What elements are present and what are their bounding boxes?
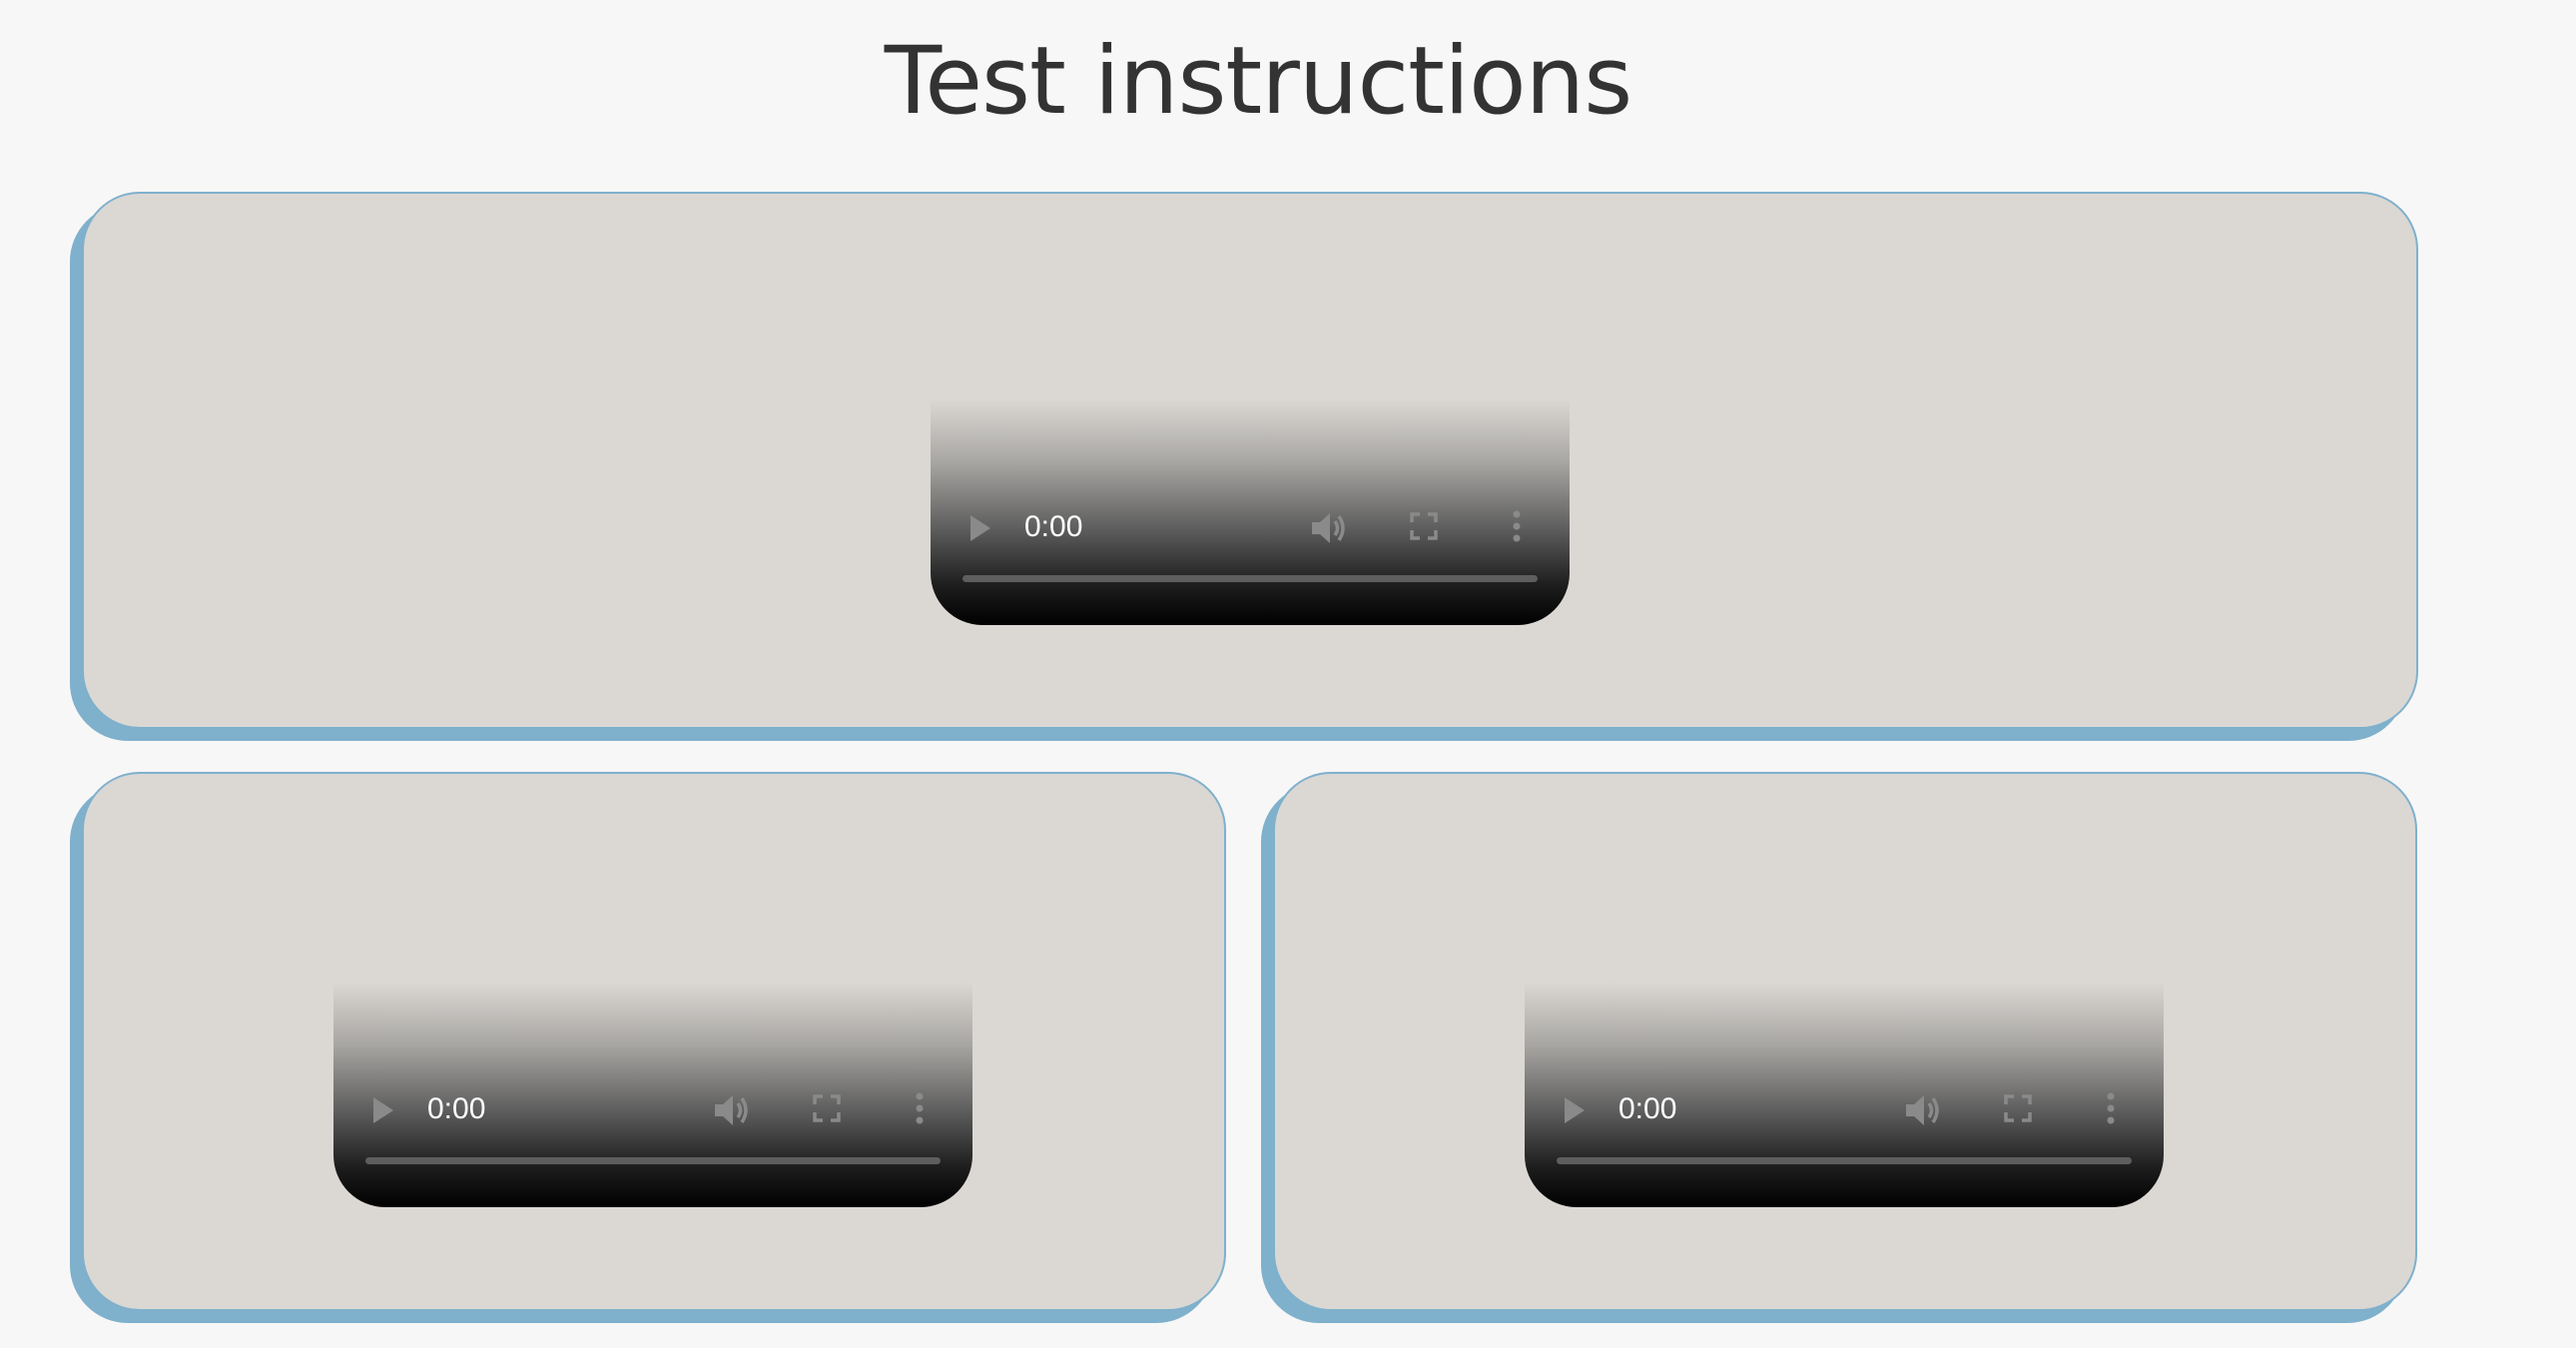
volume-icon[interactable]	[1310, 511, 1348, 545]
video-controls: 0:00	[1525, 1077, 2164, 1141]
progress-bar[interactable]	[1557, 1157, 2132, 1164]
video-player[interactable]: 0:00	[333, 982, 972, 1207]
video-player[interactable]: 0:00	[931, 399, 1570, 625]
fullscreen-icon[interactable]	[2004, 1094, 2032, 1122]
play-icon[interactable]	[373, 1097, 393, 1123]
video-card-bottom-right: 0:00	[1273, 772, 2417, 1311]
progress-bar[interactable]	[365, 1157, 941, 1164]
video-player[interactable]: 0:00	[1525, 982, 2164, 1207]
more-options-icon[interactable]	[2106, 1091, 2116, 1125]
more-options-icon[interactable]	[1512, 509, 1522, 543]
video-controls: 0:00	[333, 1077, 972, 1141]
fullscreen-icon[interactable]	[1410, 512, 1438, 540]
time-display: 0:00	[427, 1092, 486, 1125]
video-card-bottom-left: 0:00	[82, 772, 1226, 1311]
play-icon[interactable]	[1565, 1097, 1585, 1123]
volume-icon[interactable]	[713, 1093, 751, 1127]
volume-icon[interactable]	[1904, 1093, 1942, 1127]
video-controls: 0:00	[931, 495, 1570, 559]
fullscreen-icon[interactable]	[813, 1094, 841, 1122]
progress-bar[interactable]	[963, 575, 1538, 582]
page-title: Test instructions	[884, 27, 1632, 136]
video-card-top: 0:00	[82, 192, 2418, 729]
time-display: 0:00	[1618, 1092, 1677, 1125]
more-options-icon[interactable]	[915, 1091, 925, 1125]
time-display: 0:00	[1024, 510, 1083, 543]
play-icon[interactable]	[970, 515, 990, 541]
